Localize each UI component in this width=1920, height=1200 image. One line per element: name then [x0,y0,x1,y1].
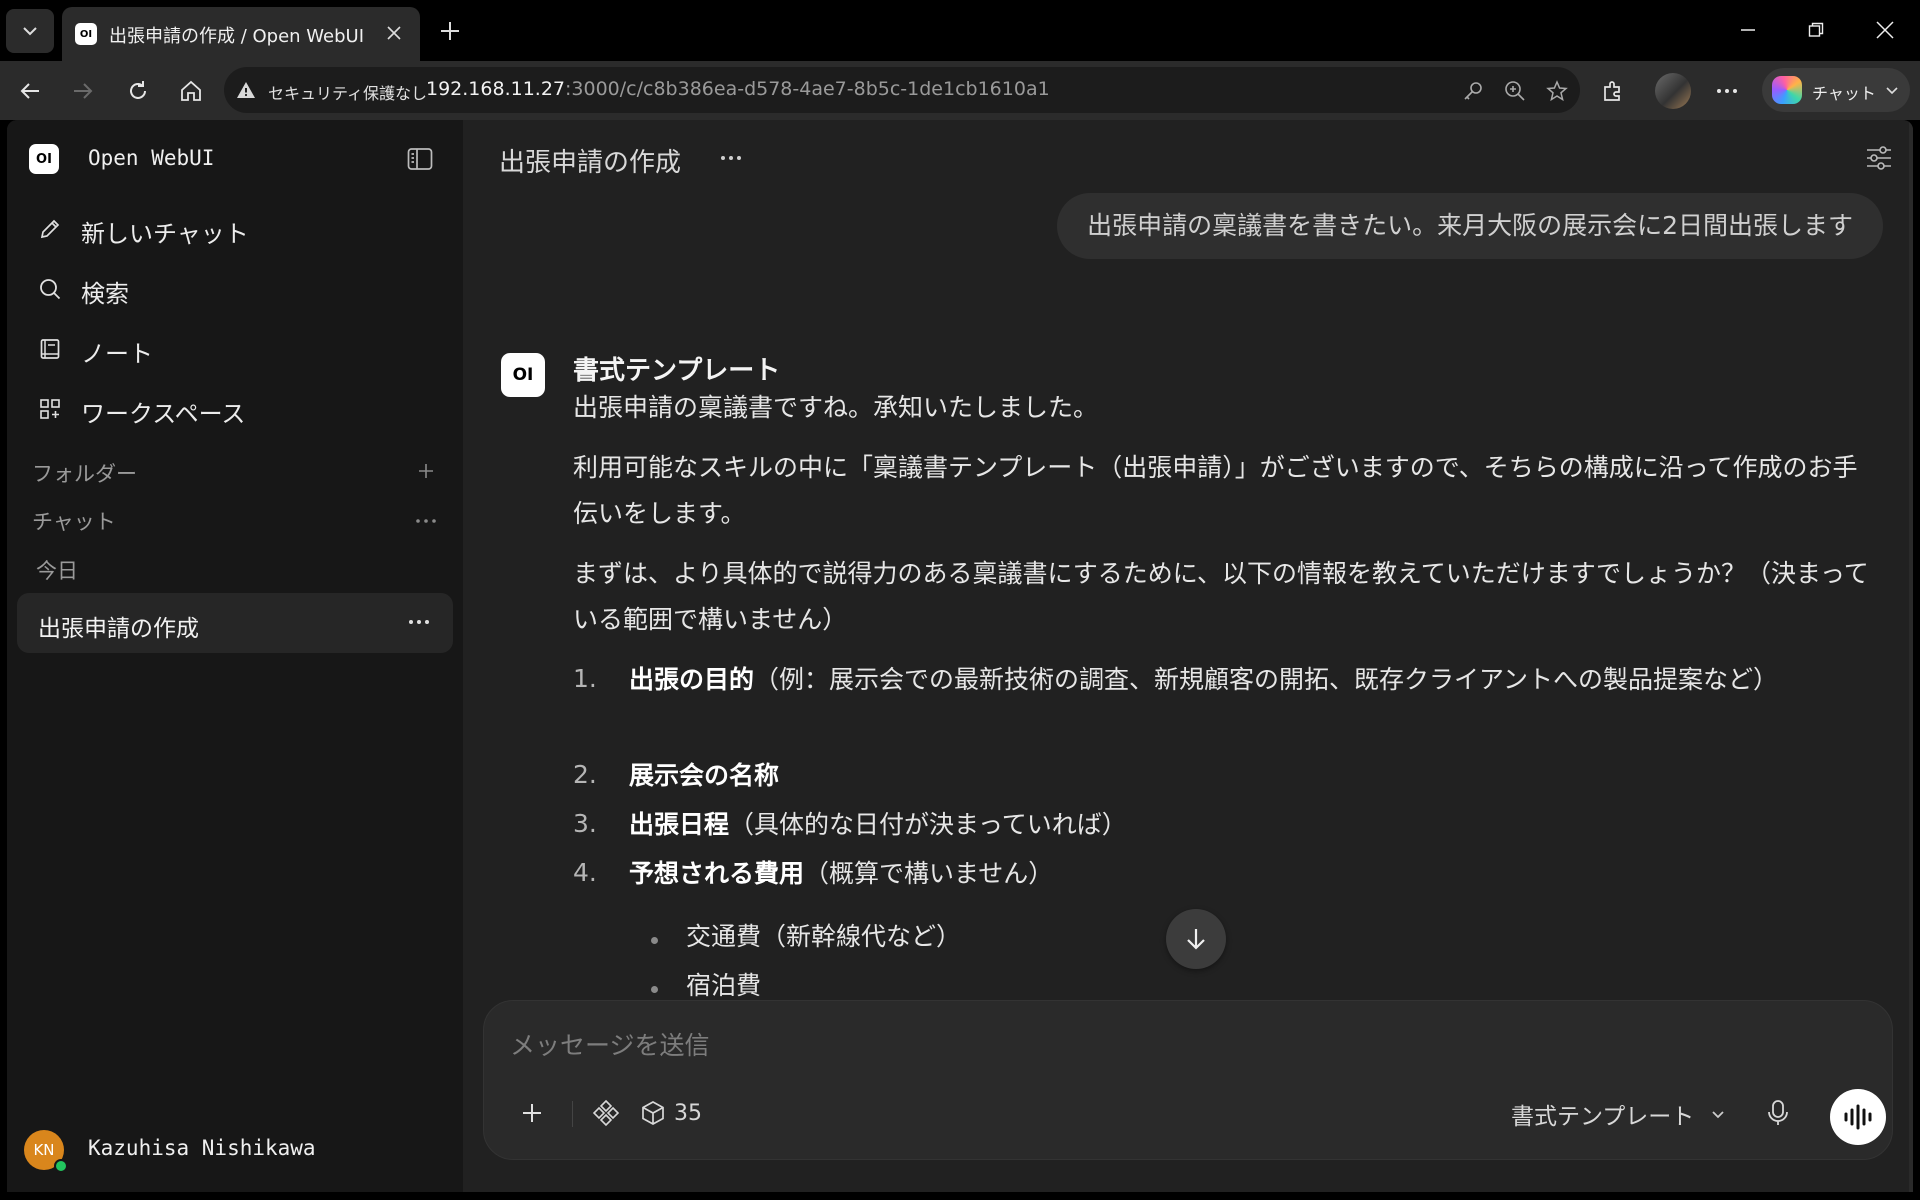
message-input[interactable] [510,1025,1710,1065]
app-name[interactable]: Open WebUI [88,146,214,170]
cube-icon [642,1101,664,1125]
online-status-dot [54,1159,68,1173]
minimize-icon[interactable] [1723,10,1773,50]
sidebar: OI Open WebUI 新しいチャット 検索 ノート ワークスペース フォル… [7,120,463,1192]
list-item-number: 3. [573,809,597,838]
integrations-icon[interactable] [584,1093,628,1133]
model-name: 書式テンプレート [573,356,781,386]
tab-list-chevron-icon[interactable] [6,9,54,53]
composer-divider [572,1101,573,1127]
chat-controls-sliders-icon[interactable] [1861,140,1897,176]
voice-mode-waveform-icon[interactable] [1830,1089,1886,1145]
model-selector[interactable]: 書式テンプレート [1511,1096,1726,1132]
assistant-paragraph-1: 出張申請の稟議書ですね。承知いたしました。 [573,393,1099,422]
url-text[interactable]: 192.168.11.27:3000/c/c8b386ea-d578-4ae7-… [426,78,1050,100]
new-tab-plus-icon[interactable] [432,13,468,49]
list-item-number: 4. [573,858,597,887]
tab-title: 出張申請の作成 / Open WebUI [109,26,365,47]
message-composer: 35 書式テンプレート [483,1000,1893,1160]
zoom-icon[interactable] [1502,78,1528,104]
favicon-icon: OI [75,23,97,45]
chat-title[interactable]: 出張申請の作成 [499,142,681,179]
copilot-chat-button[interactable]: チャット [1762,68,1910,112]
assistant-paragraph-3: まずは、より具体的で説得力のある稟議書にするために、以下の情報を教えていただけま… [573,559,1869,634]
list-item: 予想される費用（概算で構いません） [629,859,1054,888]
chat-options-more-icon[interactable] [713,142,749,174]
browser-tab[interactable]: OI 出張申請の作成 / Open WebUI [62,7,420,61]
sidebar-chat-item-active[interactable]: 出張申請の作成 [17,593,453,653]
user-name[interactable]: Kazuhisa Nishikawa [88,1136,316,1160]
model-select-label: 書式テンプレート [1511,1104,1695,1130]
sub-list-item: 交通費（新幹線代など） [686,922,962,951]
security-label[interactable]: セキュリティ保護なし [268,80,427,104]
chat-main: 出張申請の作成 出張申請の稟議書を書きたい。来月大阪の展示会に2日間出張します … [463,120,1913,1192]
pencil-icon [37,216,63,242]
browser-toolbar: セキュリティ保護なし 192.168.11.27:3000/c/c8b386ea… [0,61,1920,120]
folders-label[interactable]: フォルダー [32,458,137,488]
workspace-button[interactable]: ワークスペース [17,384,453,432]
list-item-number: 1. [573,664,597,693]
list-item-number: 2. [573,760,597,789]
list-item: 出張日程（具体的な日付が決まっていれば） [629,810,1127,839]
search-label: 検索 [81,280,129,308]
chevron-down-icon [1884,82,1900,102]
workspace-label: ワークスペース [81,400,246,428]
close-window-icon[interactable] [1860,10,1910,50]
app-logo[interactable]: OI [29,144,59,174]
close-tab-icon[interactable] [382,21,406,45]
bullet-dot [651,986,658,993]
list-item: 出張の目的（例：展示会での最新技術の調査、新規顧客の開拓、既存クライアントへの製… [629,665,1779,694]
add-folder-plus-icon[interactable] [411,456,441,486]
new-chat-button[interactable]: 新しいチャット [17,204,453,252]
sidebar-toggle-icon[interactable] [405,144,435,174]
user-message-bubble: 出張申請の稟議書を書きたい。来月大阪の展示会に2日間出張します [1057,193,1883,259]
browser-tab-bar: OI 出張申請の作成 / Open WebUI [0,0,1920,61]
grid-icon [37,396,63,422]
copilot-icon [1772,76,1802,104]
warning-triangle-icon[interactable] [236,80,256,104]
scrollbar[interactable] [1909,120,1913,1192]
key-icon[interactable] [1460,78,1486,104]
notes-label: ノート [81,340,153,368]
new-chat-label: 新しいチャット [81,220,249,248]
notebook-icon [37,336,63,362]
microphone-icon[interactable] [1758,1093,1798,1133]
back-arrow-icon[interactable] [12,73,48,109]
address-bar[interactable]: セキュリティ保護なし 192.168.11.27:3000/c/c8b386ea… [224,67,1580,113]
search-icon [37,276,63,302]
chat-item-label: 出張申請の作成 [38,616,199,642]
list-item: 展示会の名称 [629,761,780,790]
scroll-to-bottom-arrow-icon[interactable] [1166,909,1226,969]
today-label: 今日 [36,559,78,583]
open-webui-app: OI Open WebUI 新しいチャット 検索 ノート ワークスペース フォル… [7,120,1913,1192]
chats-label[interactable]: チャット [32,506,116,536]
bullet-dot [651,937,658,944]
add-attachment-plus-icon[interactable] [512,1093,552,1133]
assistant-paragraph-2: 利用可能なスキルの中に「稟議書テンプレート（出張申請）」がございますので、そちら… [573,453,1858,528]
extensions-puzzle-icon[interactable] [1594,72,1632,110]
chats-more-icon[interactable] [411,506,441,536]
restore-icon[interactable] [1791,10,1841,50]
profile-avatar[interactable] [1655,73,1691,109]
forward-arrow-icon[interactable] [65,73,101,109]
chat-item-more-icon[interactable] [402,607,436,637]
tools-button[interactable]: 35 [640,1093,702,1133]
notes-button[interactable]: ノート [17,324,453,372]
home-icon[interactable] [173,73,209,109]
copilot-label: チャット [1812,84,1876,103]
chevron-down-icon [1712,1111,1724,1119]
model-avatar[interactable]: OI [501,353,545,397]
tool-count: 35 [674,1100,702,1126]
search-button[interactable]: 検索 [17,264,453,312]
favorite-star-icon[interactable] [1544,78,1570,104]
more-menu-icon[interactable] [1708,72,1746,110]
reload-icon[interactable] [120,73,156,109]
